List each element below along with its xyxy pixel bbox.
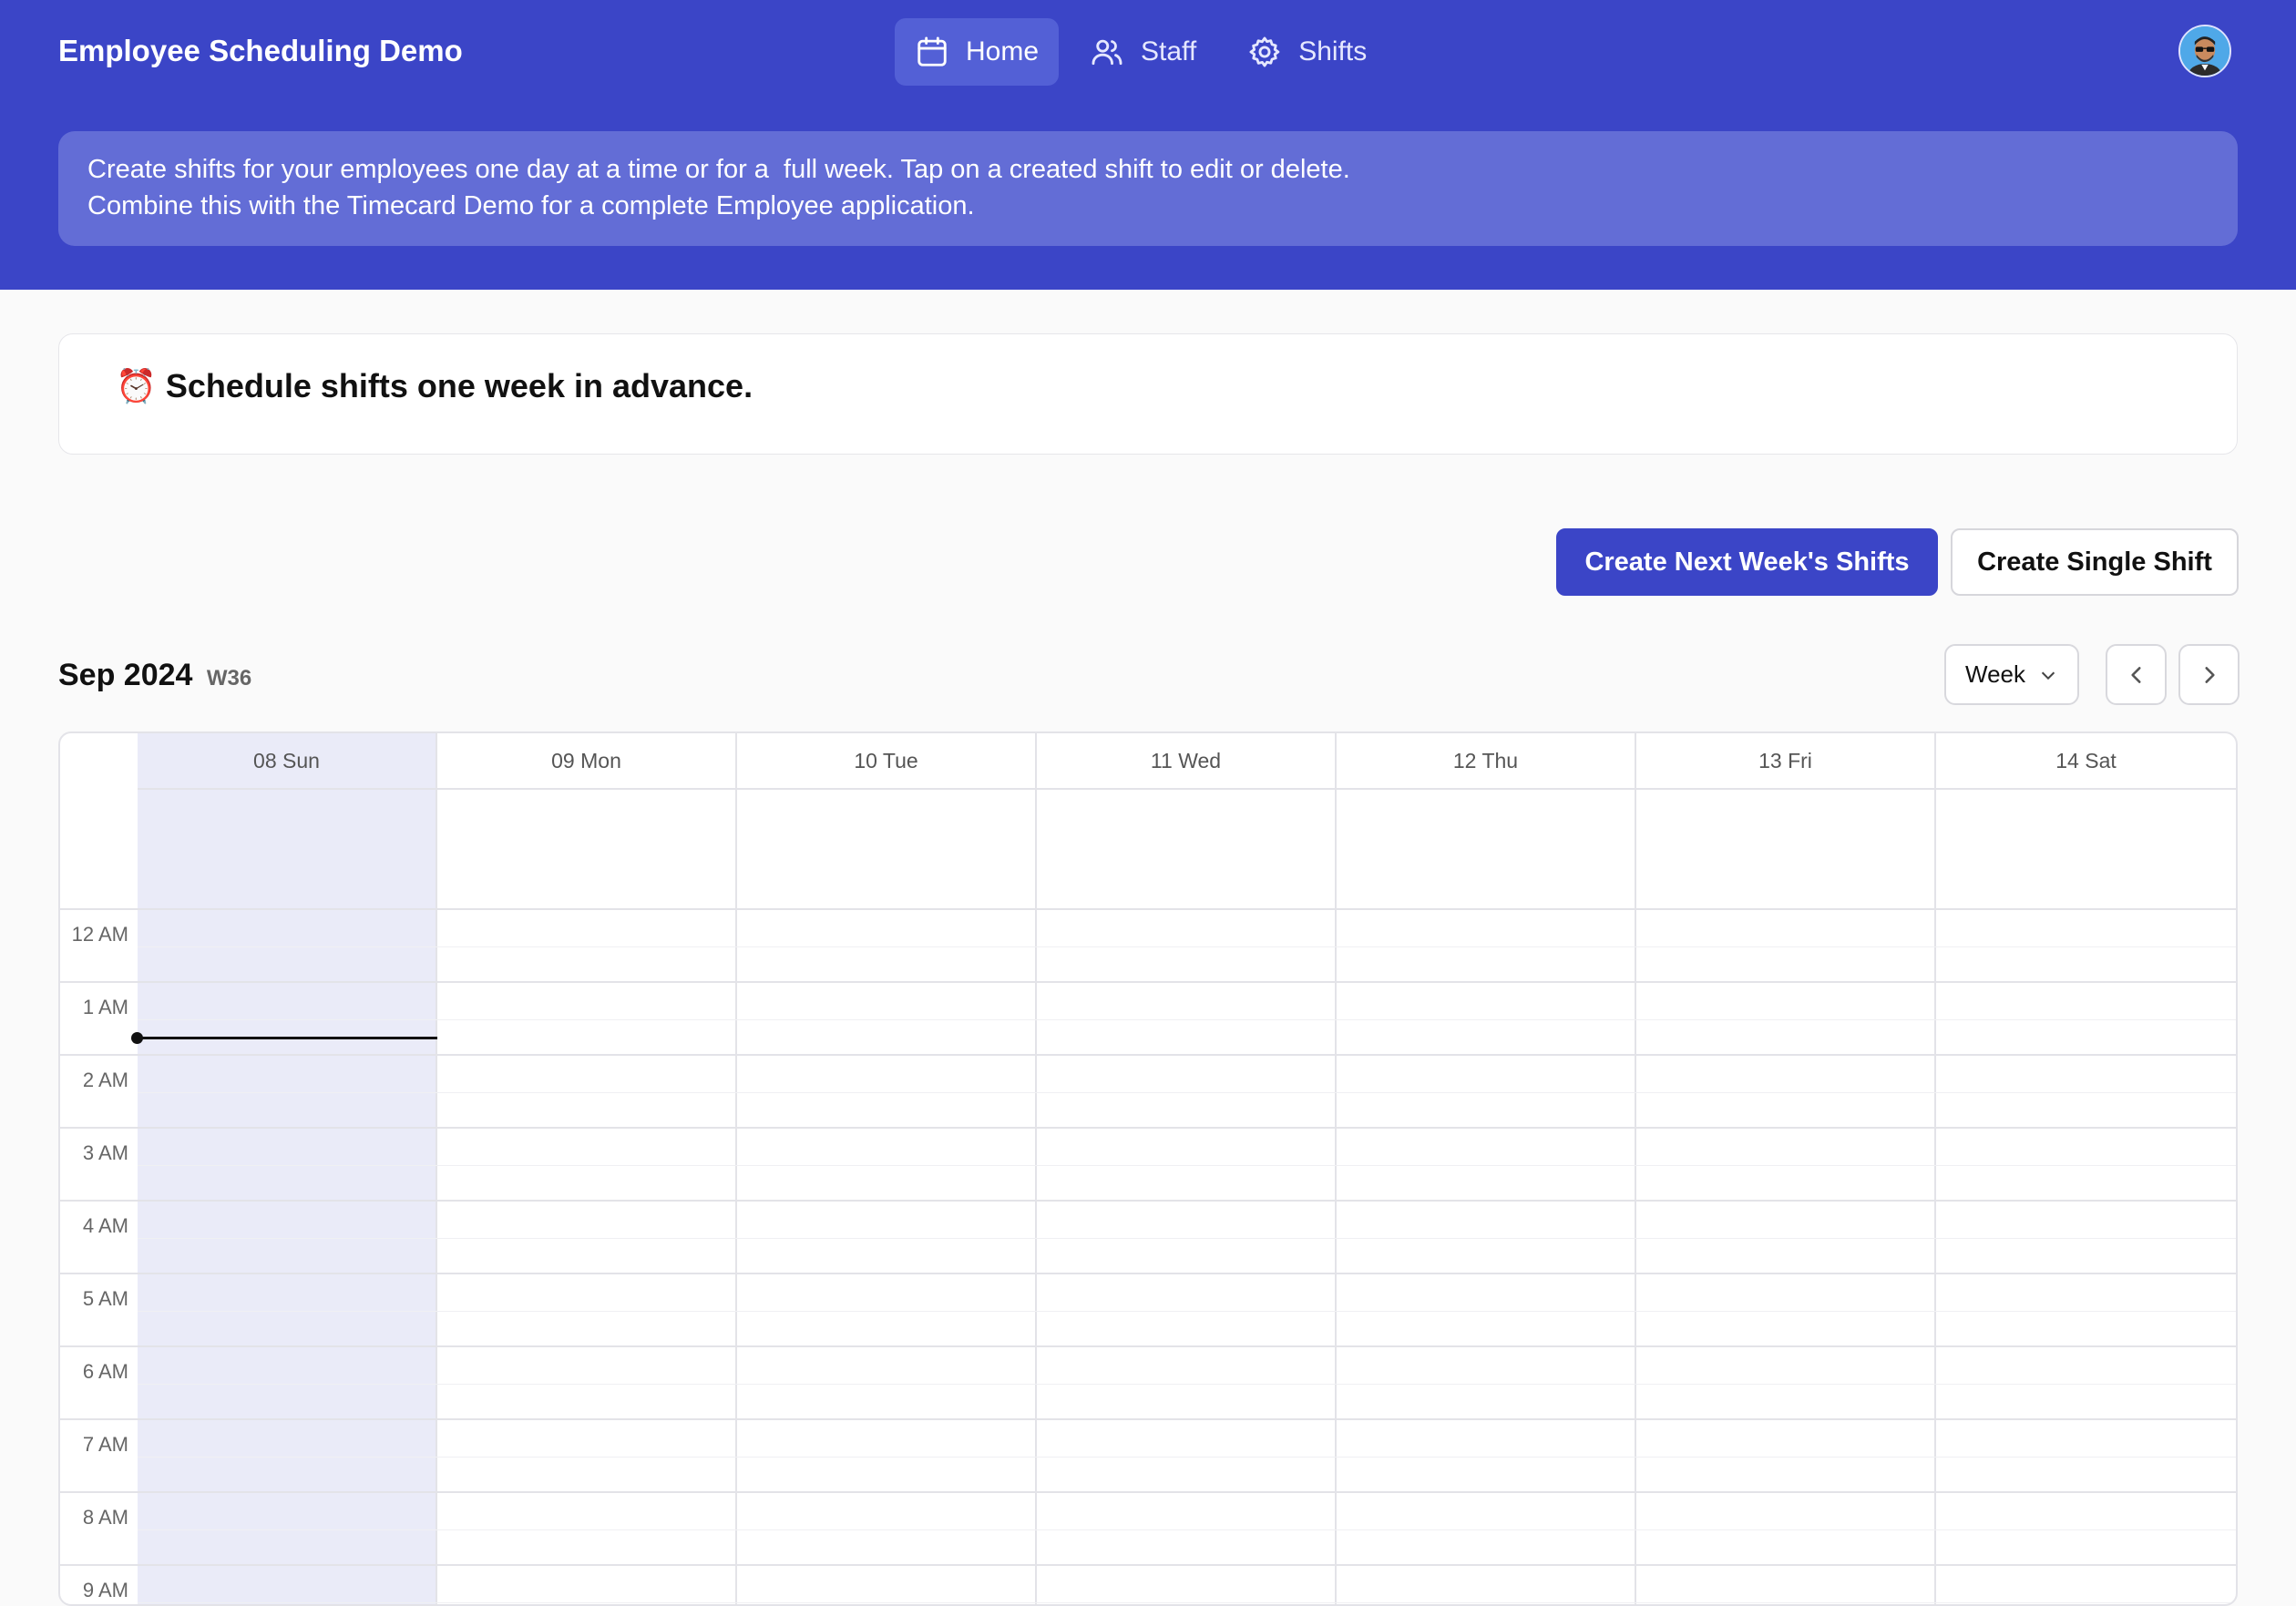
schedule-card: ⏰ Schedule shifts one week in advance. (58, 333, 2238, 455)
half-hour-divider (138, 1165, 2236, 1166)
nav-staff-label: Staff (1141, 36, 1197, 66)
half-hour-divider (138, 1238, 2236, 1239)
hour-divider (60, 1564, 2236, 1566)
day-header[interactable]: 10 Tue (737, 733, 1035, 790)
hour-label: 3 AM (82, 1141, 128, 1164)
hour-label: 2 AM (82, 1069, 128, 1091)
day-header[interactable]: 08 Sun (138, 733, 436, 790)
previous-week-button[interactable] (2106, 644, 2167, 705)
hour-divider (60, 1273, 2236, 1274)
week-calendar: 08 Sun 09 Mon 10 Tue 11 Wed 12 Thu 13 Fri 14 S… (58, 731, 2238, 1606)
day-column[interactable]: 11 Wed (1037, 733, 1337, 1604)
half-hour-divider (138, 1092, 2236, 1093)
info-banner: Create shifts for your employees one day… (58, 131, 2238, 246)
alarm-clock-icon: ⏰ (116, 367, 157, 404)
hour-label: 8 AM (82, 1506, 128, 1529)
calendar-week-number: W36 (206, 666, 252, 690)
day-header[interactable]: 09 Mon (437, 733, 735, 790)
nav-staff[interactable]: Staff (1070, 18, 1216, 86)
half-hour-divider (138, 1019, 2236, 1020)
calendar-title: Sep 2024 W36 (58, 654, 251, 700)
main-nav: Home Staff Shifts (895, 18, 1387, 86)
nav-home[interactable]: Home (895, 18, 1060, 86)
day-column[interactable]: 08 Sun (138, 733, 437, 1604)
day-column[interactable]: 10 Tue (737, 733, 1037, 1604)
hour-label: 4 AM (82, 1214, 128, 1237)
hour-label: 9 AM (82, 1579, 128, 1601)
calendar-month: Sep 2024 (58, 658, 193, 692)
avatar-icon (2180, 26, 2229, 76)
top-navbar: Employee Scheduling Demo Home Staff Shif… (0, 0, 2296, 104)
day-column[interactable]: 09 Mon (437, 733, 737, 1604)
hour-divider (60, 1054, 2236, 1056)
schedule-card-text: ⏰ Schedule shifts one week in advance. (116, 363, 753, 409)
nav-shifts-label: Shifts (1298, 36, 1368, 66)
all-day-divider (60, 908, 2236, 910)
view-select-value: Week (1965, 660, 2025, 688)
hour-label: 7 AM (82, 1433, 128, 1456)
half-hour-divider (138, 1602, 2236, 1603)
hour-divider (60, 981, 2236, 983)
schedule-card-heading: Schedule shifts one week in advance. (165, 367, 753, 404)
day-column[interactable]: 12 Thu (1337, 733, 1636, 1604)
users-icon (1092, 39, 1122, 66)
hour-divider (60, 1491, 2236, 1493)
half-hour-divider (138, 1457, 2236, 1458)
day-header[interactable]: 13 Fri (1636, 733, 1934, 790)
chevron-left-icon (2130, 666, 2141, 683)
day-header[interactable]: 14 Sat (1936, 733, 2236, 790)
banner-line-1: Create shifts for your employees one day… (87, 155, 1350, 184)
half-hour-divider (138, 1311, 2236, 1312)
calendar-icon (917, 36, 947, 66)
day-column[interactable]: 14 Sat (1936, 733, 2236, 1604)
create-single-shift-button[interactable]: Create Single Shift (1951, 528, 2239, 596)
app-title[interactable]: Employee Scheduling Demo (58, 31, 463, 71)
hour-label: 6 AM (82, 1360, 128, 1383)
create-next-week-shifts-button[interactable]: Create Next Week's Shifts (1556, 528, 1938, 596)
hour-label: 12 AM (71, 923, 128, 946)
current-time-indicator (138, 1037, 437, 1039)
day-header[interactable]: 11 Wed (1037, 733, 1335, 790)
hour-divider (60, 1127, 2236, 1129)
chevron-right-icon (2204, 666, 2215, 683)
day-header[interactable]: 12 Thu (1337, 733, 1635, 790)
banner-line-2: Combine this with the Timecard Demo for … (87, 191, 975, 220)
nav-home-label: Home (966, 36, 1040, 66)
hour-label: 5 AM (82, 1287, 128, 1310)
hour-label: 1 AM (82, 996, 128, 1018)
day-column[interactable]: 13 Fri (1636, 733, 1936, 1604)
hour-divider (60, 1345, 2236, 1347)
view-select[interactable]: Week (1944, 644, 2079, 705)
hour-divider (60, 1200, 2236, 1202)
gear-icon (1249, 36, 1280, 67)
time-gutter (60, 733, 139, 1604)
half-hour-divider (138, 1529, 2236, 1530)
chevron-down-icon (2041, 671, 2055, 680)
next-week-button[interactable] (2178, 644, 2240, 705)
user-avatar[interactable] (2178, 25, 2231, 77)
half-hour-divider (138, 1384, 2236, 1385)
nav-shifts[interactable]: Shifts (1227, 18, 1387, 86)
hour-divider (60, 1418, 2236, 1420)
half-hour-divider (138, 946, 2236, 947)
